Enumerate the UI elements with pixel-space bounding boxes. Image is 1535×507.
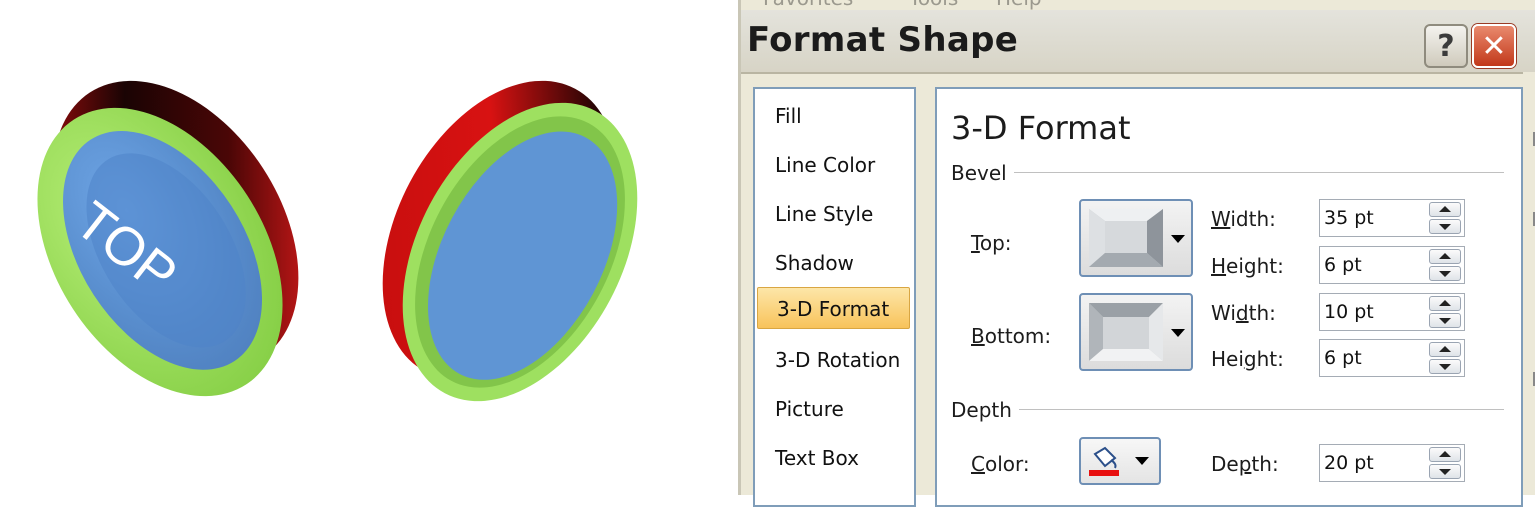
bottom-bevel-picker[interactable] xyxy=(1079,293,1193,371)
nav-item-picture[interactable]: Picture xyxy=(775,392,844,426)
nav-item-3d-format[interactable]: 3-D Format xyxy=(757,287,910,329)
top-height-stepper[interactable] xyxy=(1319,246,1465,284)
bottom-bevel-label: Bottom: xyxy=(971,324,1052,348)
title-bar[interactable]: Format Shape ? ✕ xyxy=(741,10,1535,74)
format-shape-dialog: Favorites Tools Help Format Shape ? ✕ Fi… xyxy=(738,0,1535,507)
increment-button[interactable] xyxy=(1429,447,1461,462)
settings-panel: 3-D Format Bevel Top: Width: Height: xyxy=(935,87,1523,507)
help-icon: ? xyxy=(1437,28,1455,64)
bottom-width-label: Width: xyxy=(1211,301,1276,325)
panel-title: 3-D Format xyxy=(951,109,1131,147)
bottom-width-stepper[interactable] xyxy=(1319,293,1465,331)
close-button[interactable]: ✕ xyxy=(1472,24,1516,68)
color-swatch xyxy=(1089,470,1119,476)
dialog-title: Format Shape xyxy=(747,20,1019,60)
bottom-height-stepper[interactable] xyxy=(1319,339,1465,377)
coin-top-view: TOP xyxy=(37,80,299,397)
depth-label: Depth: xyxy=(1211,452,1279,476)
increment-button[interactable] xyxy=(1429,342,1461,357)
chevron-down-icon xyxy=(1171,235,1185,243)
decrement-button[interactable] xyxy=(1429,464,1461,479)
top-height-field[interactable] xyxy=(1324,252,1420,278)
depth-color-picker[interactable] xyxy=(1079,437,1161,485)
nav-item-text-box[interactable]: Text Box xyxy=(775,441,859,475)
decrement-button[interactable] xyxy=(1429,313,1461,328)
bottom-height-field[interactable] xyxy=(1324,345,1420,371)
top-height-label: Height: xyxy=(1211,254,1284,278)
top-width-field[interactable] xyxy=(1324,205,1420,231)
depth-stepper[interactable] xyxy=(1319,444,1465,482)
decrement-button[interactable] xyxy=(1429,359,1461,374)
top-bevel-picker[interactable] xyxy=(1079,199,1193,277)
coin-bottom-view xyxy=(382,80,638,402)
increment-button[interactable] xyxy=(1429,202,1461,217)
slide-canvas: TOP xyxy=(0,0,735,495)
category-list[interactable]: Fill Line Color Line Style Shadow 3-D Fo… xyxy=(753,87,916,507)
nav-item-shadow[interactable]: Shadow xyxy=(775,246,854,280)
menu-fragment: Favorites xyxy=(763,0,853,10)
top-width-stepper[interactable] xyxy=(1319,199,1465,237)
bottom-height-label: Height: xyxy=(1211,347,1284,371)
increment-button[interactable] xyxy=(1429,296,1461,311)
depth-group-label: Depth xyxy=(951,398,1012,422)
nav-item-3d-rotation[interactable]: 3-D Rotation xyxy=(775,343,900,377)
menu-fragment: Tools xyxy=(909,0,958,10)
bevel-preview-icon xyxy=(1089,303,1163,361)
decrement-button[interactable] xyxy=(1429,266,1461,281)
close-icon: ✕ xyxy=(1481,28,1507,64)
nav-item-fill[interactable]: Fill xyxy=(775,99,802,133)
bevel-preview-icon xyxy=(1089,209,1163,267)
top-bevel-label: Top: xyxy=(971,231,1012,255)
nav-item-line-style[interactable]: Line Style xyxy=(775,197,873,231)
background-menu-strip: Favorites Tools Help xyxy=(741,0,1535,10)
divider xyxy=(1014,172,1504,173)
paint-bucket-icon xyxy=(1089,446,1119,476)
chevron-down-icon xyxy=(1135,457,1149,465)
decrement-button[interactable] xyxy=(1429,219,1461,234)
depth-color-label: Color: xyxy=(971,452,1030,476)
chevron-down-icon xyxy=(1171,329,1185,337)
bevel-group-label: Bevel xyxy=(951,161,1007,185)
help-button[interactable]: ? xyxy=(1424,24,1468,68)
divider xyxy=(1019,409,1504,410)
coin-drawing: TOP xyxy=(37,80,638,402)
menu-fragment: Help xyxy=(996,0,1042,10)
depth-field[interactable] xyxy=(1324,450,1420,476)
increment-button[interactable] xyxy=(1429,249,1461,264)
nav-item-line-color[interactable]: Line Color xyxy=(775,148,875,182)
top-width-label: Width: xyxy=(1211,207,1276,231)
bottom-width-field[interactable] xyxy=(1324,299,1420,325)
background-window-edge xyxy=(1523,72,1535,495)
